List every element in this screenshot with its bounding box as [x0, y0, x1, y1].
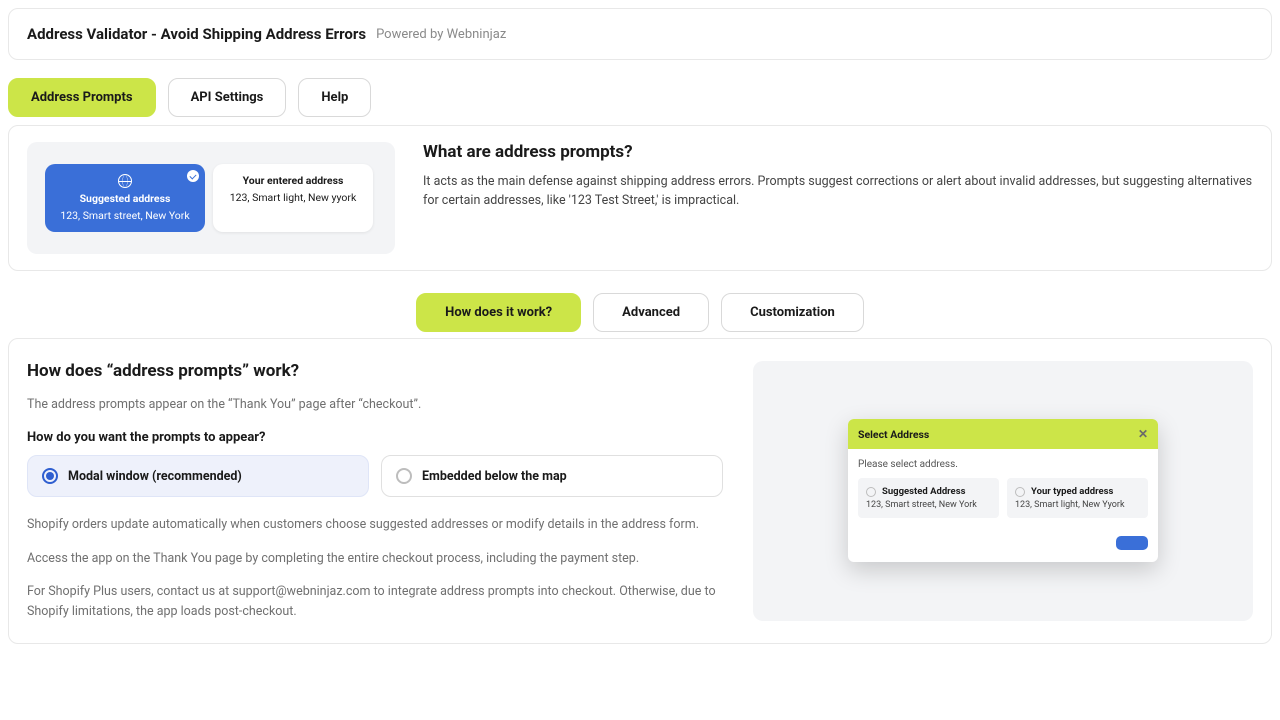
modal-opt2-addr: 123, Smart light, New Yyork: [1015, 500, 1140, 510]
modal-opt2-title: Your typed address: [1031, 486, 1113, 497]
option-embedded-label: Embedded below the map: [422, 469, 567, 484]
modal-opt-suggested[interactable]: Suggested Address 123, Smart street, New…: [858, 478, 999, 518]
subtab-how[interactable]: How does it work?: [416, 293, 581, 332]
option-embedded[interactable]: Embedded below the map: [381, 455, 723, 497]
suggested-title: Suggested address: [80, 192, 171, 205]
option-modal-window[interactable]: Modal window (recommended): [27, 455, 369, 497]
what-heading: What are address prompts?: [423, 142, 1253, 162]
subtab-customization[interactable]: Customization: [721, 293, 864, 332]
what-section: Suggested address 123, Smart street, New…: [8, 125, 1272, 271]
suggested-address-card[interactable]: Suggested address 123, Smart street, New…: [45, 164, 205, 232]
powered-by: Powered by Webninjaz: [376, 27, 506, 42]
how-notes: Shopify orders update automatically when…: [27, 515, 723, 621]
note-1: Shopify orders update automatically when…: [27, 515, 723, 534]
suggested-addr: 123, Smart street, New York: [60, 209, 189, 222]
app-header: Address Validator - Avoid Shipping Addre…: [8, 8, 1272, 60]
radio-icon: [866, 487, 876, 497]
app-title: Address Validator - Avoid Shipping Addre…: [27, 25, 366, 43]
modal-confirm-button[interactable]: [1116, 536, 1148, 550]
how-heading: How does “address prompts” work?: [27, 361, 723, 381]
how-section: How does “address prompts” work? The add…: [8, 338, 1272, 644]
subtab-advanced[interactable]: Advanced: [593, 293, 709, 332]
display-options: Modal window (recommended) Embedded belo…: [27, 455, 723, 497]
modal-opt-typed[interactable]: Your typed address 123, Smart light, New…: [1007, 478, 1148, 518]
modal-opt1-title: Suggested Address: [882, 486, 965, 497]
what-explain: What are address prompts? It acts as the…: [423, 142, 1253, 211]
tab-help[interactable]: Help: [298, 78, 371, 117]
tab-address-prompts[interactable]: Address Prompts: [8, 78, 156, 117]
preview-modal: Select Address ✕ Please select address. …: [848, 419, 1158, 562]
modal-title: Select Address: [858, 428, 929, 441]
modal-please: Please select address.: [858, 459, 1148, 470]
note-2: Access the app on the Thank You page by …: [27, 549, 723, 568]
radio-icon: [1015, 487, 1025, 497]
tab-api-settings[interactable]: API Settings: [168, 78, 287, 117]
entered-title: Your entered address: [243, 174, 344, 187]
close-icon[interactable]: ✕: [1138, 427, 1148, 441]
how-preview: Select Address ✕ Please select address. …: [753, 361, 1253, 621]
secondary-tabs: How does it work? Advanced Customization: [8, 293, 1272, 332]
radio-icon: [396, 468, 412, 484]
primary-tabs: Address Prompts API Settings Help: [8, 78, 1272, 117]
check-icon: [187, 170, 199, 182]
how-question: How do you want the prompts to appear?: [27, 430, 723, 445]
globe-icon: [118, 174, 132, 188]
what-body: It acts as the main defense against ship…: [423, 172, 1253, 211]
address-preview: Suggested address 123, Smart street, New…: [27, 142, 395, 254]
entered-addr: 123, Smart light, New yyork: [230, 191, 357, 204]
how-intro: The address prompts appear on the “Thank…: [27, 395, 723, 414]
how-left: How does “address prompts” work? The add…: [27, 361, 723, 621]
entered-address-card[interactable]: Your entered address 123, Smart light, N…: [213, 164, 373, 232]
option-modal-label: Modal window (recommended): [68, 469, 242, 484]
modal-opt1-addr: 123, Smart street, New York: [866, 500, 991, 510]
modal-header: Select Address ✕: [848, 419, 1158, 449]
note-3: For Shopify Plus users, contact us at su…: [27, 582, 723, 621]
radio-icon: [42, 468, 58, 484]
